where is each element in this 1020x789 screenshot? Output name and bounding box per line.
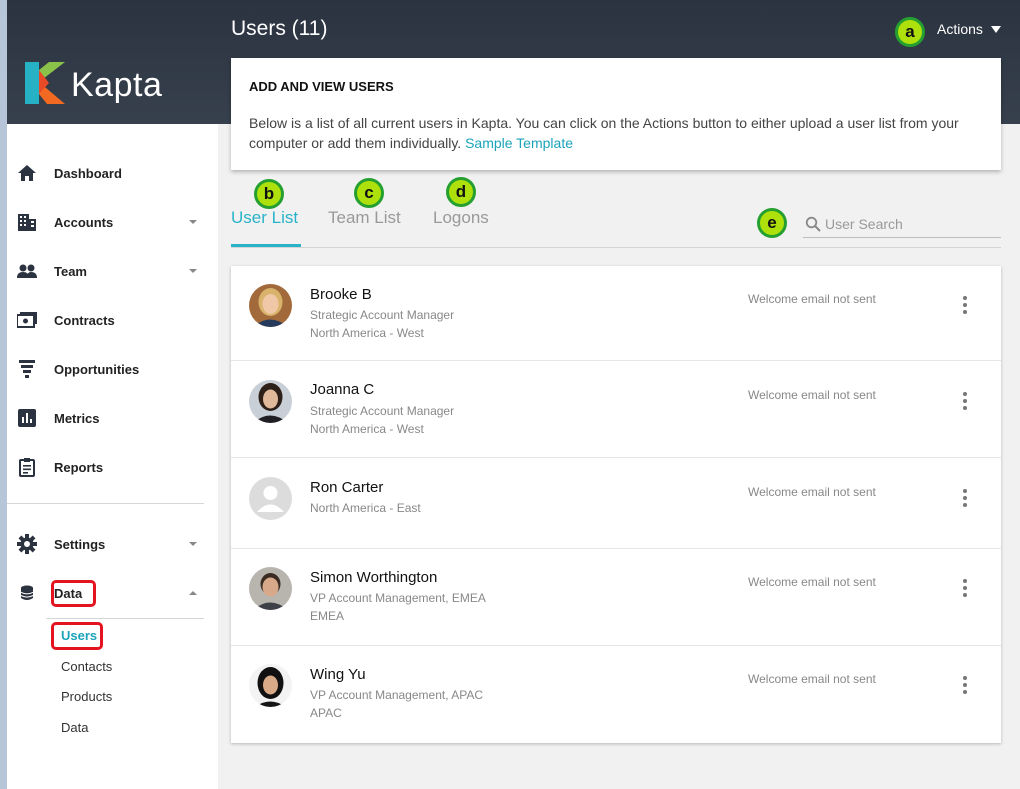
user-row[interactable]: Joanna C Strategic Account Manager North… (231, 361, 1001, 458)
annotation-marker-b: b (254, 179, 284, 209)
money-icon (17, 310, 37, 330)
annotation-marker-e: e (757, 208, 787, 238)
sidebar-item-opportunities[interactable]: Opportunities (0, 349, 211, 389)
user-role: Strategic Account Manager (310, 404, 455, 418)
home-icon (17, 163, 37, 183)
highlight-box-users (51, 622, 103, 650)
chevron-down-icon (189, 269, 197, 273)
user-role: VP Account Management, EMEA (310, 591, 486, 605)
brand-name: Kapta (71, 66, 163, 104)
sidebar-item-label: Accounts (54, 214, 114, 230)
info-description: Below is a list of all current users in … (249, 113, 989, 153)
user-row[interactable]: Simon Worthington VP Account Management,… (231, 549, 1001, 646)
funnel-icon (17, 359, 37, 379)
annotation-marker-a: a (895, 17, 925, 47)
user-row[interactable]: Brooke B Strategic Account Manager North… (231, 266, 1001, 361)
sidebar-sub-item-contacts[interactable]: Contacts (61, 659, 112, 674)
avatar (249, 380, 292, 423)
chevron-up-icon (189, 591, 197, 595)
sidebar-divider (7, 503, 204, 504)
people-icon (17, 261, 37, 281)
sidebar-item-data[interactable]: Data (0, 573, 211, 613)
building-icon (17, 212, 37, 232)
sample-template-link[interactable]: Sample Template (465, 135, 573, 151)
user-role: VP Account Management, APAC (310, 688, 483, 702)
more-options-icon[interactable] (961, 676, 969, 694)
info-card: ADD AND VIEW USERS Below is a list of al… (231, 58, 1001, 170)
user-name: Joanna C (310, 381, 375, 398)
caret-down-icon (990, 25, 1001, 33)
sidebar-item-contracts[interactable]: Contracts (0, 300, 211, 340)
tab-user-list[interactable]: User List (231, 208, 298, 228)
sidebar-item-dashboard[interactable]: Dashboard (0, 153, 211, 193)
user-row[interactable]: Wing Yu VP Account Management, APAC APAC… (231, 646, 1001, 743)
search-input[interactable] (825, 214, 995, 234)
tab-logons[interactable]: Logons (433, 208, 489, 228)
user-region: North America - West (310, 326, 424, 340)
info-description-text: Below is a list of all current users in … (249, 115, 959, 151)
more-options-icon[interactable] (961, 392, 969, 410)
user-status: Welcome email not sent (748, 575, 876, 589)
window-frame (0, 0, 7, 789)
more-options-icon[interactable] (961, 489, 969, 507)
annotation-marker-d: d (446, 177, 476, 207)
more-options-icon[interactable] (961, 579, 969, 597)
info-heading: ADD AND VIEW USERS (249, 79, 394, 94)
bar-chart-icon (17, 408, 37, 428)
avatar (249, 567, 292, 610)
user-region: APAC (310, 706, 342, 720)
sidebar-item-team[interactable]: Team (0, 251, 211, 291)
sidebar-sub-item-data[interactable]: Data (61, 720, 88, 735)
highlight-box-data (51, 580, 96, 607)
sidebar-item-label: Settings (54, 536, 106, 552)
brand-area: Kapta (7, 0, 218, 124)
tab-team-list[interactable]: Team List (328, 208, 401, 228)
sidebar-item-label: Reports (54, 459, 104, 475)
user-name: Simon Worthington (310, 569, 438, 586)
user-list: Brooke B Strategic Account Manager North… (231, 266, 1001, 743)
chevron-down-icon (189, 220, 197, 224)
user-region: North America - West (310, 422, 424, 436)
page-title: Users (11) (231, 17, 328, 40)
user-status: Welcome email not sent (748, 485, 876, 499)
gear-icon (17, 534, 37, 554)
actions-label: Actions (937, 21, 983, 37)
user-region: EMEA (310, 609, 345, 623)
user-search (803, 212, 1001, 238)
search-icon (805, 216, 821, 237)
clipboard-icon (17, 457, 37, 477)
user-status: Welcome email not sent (748, 292, 876, 306)
submenu-divider (46, 618, 204, 619)
sidebar-item-settings[interactable]: Settings (0, 524, 211, 564)
actions-button[interactable]: Actions (937, 21, 1001, 37)
sidebar-item-reports[interactable]: Reports (0, 447, 211, 487)
user-name: Wing Yu (310, 666, 366, 683)
avatar (249, 477, 292, 520)
user-region: North America - East (310, 501, 421, 515)
kapta-logo (25, 62, 65, 104)
sidebar-item-label: Opportunities (54, 361, 140, 377)
sidebar-item-label: Contracts (54, 312, 115, 328)
annotation-marker-c: c (354, 178, 384, 208)
database-icon (17, 583, 37, 603)
chevron-down-icon (189, 542, 197, 546)
user-status: Welcome email not sent (748, 388, 876, 402)
avatar (249, 284, 292, 327)
more-options-icon[interactable] (961, 296, 969, 314)
sidebar-sub-item-products[interactable]: Products (61, 689, 112, 704)
user-role: Strategic Account Manager (310, 308, 455, 322)
user-name: Brooke B (310, 286, 372, 303)
sidebar-item-label: Dashboard (54, 165, 122, 181)
user-name: Ron Carter (310, 479, 384, 496)
sidebar-item-accounts[interactable]: Accounts (0, 202, 211, 242)
active-tab-indicator (231, 244, 301, 247)
sidebar-item-label: Metrics (54, 410, 100, 426)
sidebar-item-metrics[interactable]: Metrics (0, 398, 211, 438)
user-status: Welcome email not sent (748, 672, 876, 686)
user-row[interactable]: Ron Carter North America - East Welcome … (231, 458, 1001, 549)
sidebar-item-label: Team (54, 263, 87, 279)
avatar (249, 664, 292, 707)
